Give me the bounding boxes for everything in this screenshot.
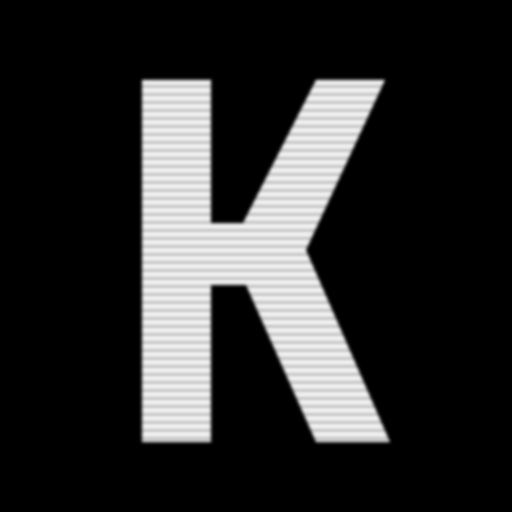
striped-letter-k-icon	[0, 0, 512, 512]
logo-canvas	[0, 0, 512, 512]
